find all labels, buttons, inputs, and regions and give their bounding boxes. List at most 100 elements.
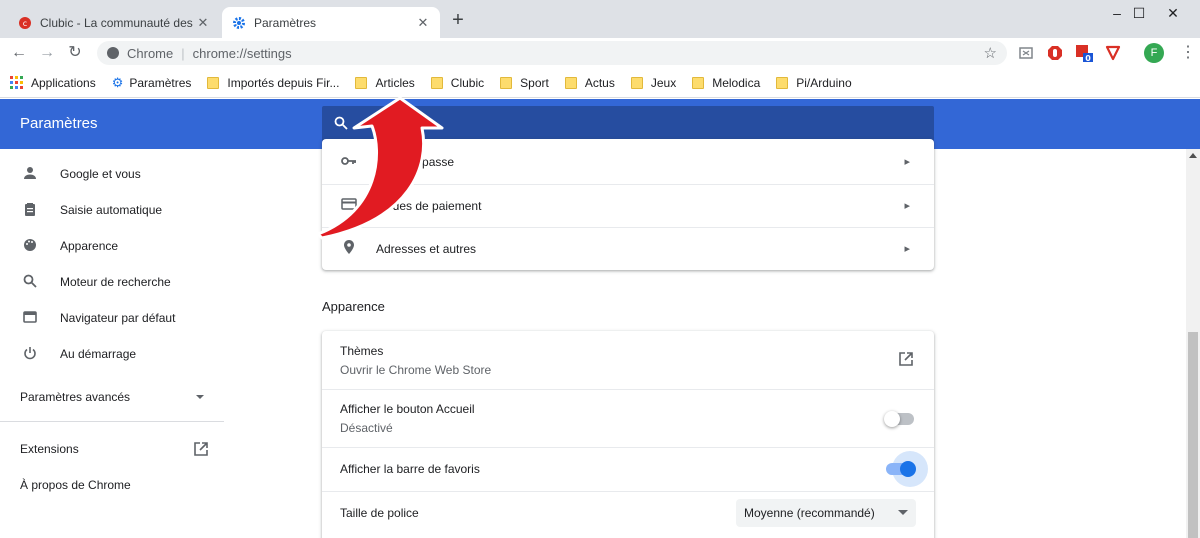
extension-cast-icon[interactable] [1017,44,1035,62]
bookmark-label: Jeux [650,75,677,90]
themes-row[interactable]: Thèmes Ouvrir le Chrome Web Store [322,331,934,389]
bookmarks-bar: Applications ⚙ Paramètres Importés depui… [0,68,1200,98]
bookmark-label: Articles [375,75,415,90]
forward-icon[interactable]: → [36,42,58,64]
row-label: Adresses et autres [376,241,477,256]
bookmark-folder-articles[interactable]: Articles [355,75,415,90]
chevron-down-icon [196,395,204,399]
bookmark-folder-pi-arduino[interactable]: Pi/Arduino [776,75,852,90]
address-bar[interactable]: Chrome | chrome://settings ☆ [97,41,1007,65]
open-in-new-icon[interactable] [898,351,914,370]
shield-icon[interactable] [1104,44,1122,62]
bookmark-folder-clubic[interactable]: Clubic [430,75,485,90]
sidebar-item-startup[interactable]: Au démarrage [20,344,136,364]
sidebar-item-label: Apparence [60,239,119,253]
page-title: Paramètres [20,115,98,132]
adblock-icon[interactable] [1046,44,1064,62]
bookmark-folder-sport[interactable]: Sport [500,76,549,90]
sidebar-item-search-engine[interactable]: Moteur de recherche [20,272,171,292]
new-tab-button[interactable]: + [448,10,468,30]
bookmarks-bar-row: Afficher la barre de favoris [322,447,934,491]
chevron-right-icon: ▸ [904,156,910,168]
themes-label: Thèmes [340,343,384,358]
close-icon[interactable]: ✕ [196,15,210,31]
search-icon [20,274,40,291]
tab-settings[interactable]: Paramètres ✕ [222,7,440,38]
chevron-down-icon [898,510,908,515]
close-window-button[interactable]: ✕ [1150,2,1196,28]
close-icon[interactable]: ✕ [416,15,430,31]
bookmark-label: Pi/Arduino [796,75,852,90]
folder-icon [430,76,443,89]
settings-gear-icon [232,16,246,30]
bookmark-folder-melodica[interactable]: Melodica [692,76,760,90]
toggle-knob [900,461,916,477]
vertical-scrollbar[interactable] [1186,149,1200,538]
bookmarks-bar-label: Afficher la barre de favoris [340,462,480,476]
home-button-row: Afficher le bouton Accueil Désactivé [322,389,934,447]
badge-count: 0 [1085,54,1091,62]
chevron-right-icon: ▸ [904,200,910,212]
clipboard-icon [20,202,40,219]
folder-icon [776,76,789,89]
tab-title: Clubic - La communauté des passionnés [40,15,196,30]
bookmark-folder-imported[interactable]: Importés depuis Fir... [207,76,339,90]
sidebar-advanced[interactable]: Paramètres avancés [20,387,210,407]
reload-icon[interactable]: ↻ [64,42,86,64]
sidebar-item-autofill[interactable]: Saisie automatique [20,200,162,220]
star-icon[interactable]: ☆ [984,44,997,62]
folder-icon [500,76,513,89]
location-pin-icon [340,240,358,257]
folder-icon [207,76,220,89]
sidebar-about-label: À propos de Chrome [20,478,131,492]
folder-icon [692,76,705,89]
tab-title: Paramètres [254,15,317,30]
font-size-select[interactable]: Moyenne (recommandé) [736,499,916,527]
bookmark-applications[interactable]: Applications [10,76,96,90]
sidebar-extensions[interactable]: Extensions [20,439,79,459]
open-in-new-icon[interactable] [193,441,209,457]
chevron-right-icon: ▸ [904,243,910,255]
scrollbar-thumb[interactable] [1188,332,1198,538]
menu-kebab-icon[interactable]: ⋮ [1180,43,1196,63]
svg-text:c: c [23,19,27,28]
bookmark-folder-jeux[interactable]: Jeux [630,75,677,90]
tab-strip: c Clubic - La communauté des passionnés … [0,0,1200,38]
sidebar-item-default-browser[interactable]: Navigateur par défaut [20,308,175,328]
home-button-sublabel: Désactivé [340,420,393,435]
avatar[interactable]: F [1144,43,1164,63]
home-button-toggle[interactable] [884,411,914,427]
back-icon[interactable]: ← [8,42,30,64]
bookmark-label: Clubic [450,75,485,90]
font-size-label: Taille de police [340,506,419,520]
bookmark-label: Importés depuis Fir... [227,75,340,90]
sidebar-item-label: Au démarrage [60,347,137,361]
bookmark-folder-actus[interactable]: Actus [564,75,615,90]
sidebar-item-google[interactable]: Google et vous [20,164,141,184]
blocker-badge-icon[interactable]: 0 [1075,44,1093,62]
bookmarks-bar-toggle[interactable] [886,461,916,477]
font-size-value: Moyenne (recommandé) [744,506,875,520]
bookmark-settings[interactable]: ⚙ Paramètres [112,75,192,91]
folder-icon [355,76,368,89]
browser-icon [20,310,40,327]
scroll-up-arrow-icon[interactable] [1189,153,1197,158]
sidebar-item-label: Google et vous [60,167,141,181]
toolbar: ← → ↻ Chrome | chrome://settings ☆ 0 F ⋮ [0,38,1200,68]
sidebar-advanced-label: Paramètres avancés [20,390,131,404]
sidebar: Google et vous Saisie automatique Appare… [0,149,224,538]
font-size-row: Taille de police Moyenne (recommandé) [322,491,934,535]
sidebar-item-label: Navigateur par défaut [60,311,176,325]
bookmark-label: Melodica [712,75,761,90]
sidebar-about[interactable]: À propos de Chrome [20,475,131,495]
palette-icon [20,238,40,255]
bookmark-label: Sport [520,75,549,90]
sidebar-extensions-label: Extensions [20,442,79,456]
sidebar-item-appearance[interactable]: Apparence [20,236,118,256]
themes-sublabel: Ouvrir le Chrome Web Store [340,362,492,377]
tab-clubic[interactable]: c Clubic - La communauté des passionnés … [8,7,220,38]
toggle-knob [884,411,900,427]
folder-icon [630,76,643,89]
appearance-card: Thèmes Ouvrir le Chrome Web Store Affich… [322,331,934,538]
bookmark-label: Actus [584,75,615,90]
